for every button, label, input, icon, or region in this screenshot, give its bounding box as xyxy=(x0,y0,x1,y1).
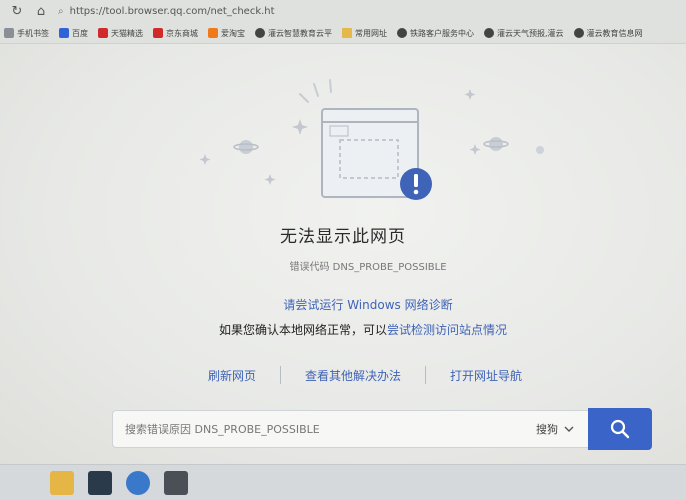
phone-icon xyxy=(4,28,14,38)
address-bar[interactable]: ⌕ https://tool.browser.qq.com/net_check.… xyxy=(58,2,275,20)
divider xyxy=(425,366,427,384)
tmall-icon xyxy=(98,28,108,38)
refresh-icon[interactable]: ↻ xyxy=(8,2,26,20)
bookmark-item[interactable]: 爱淘宝 xyxy=(208,28,245,39)
search-icon xyxy=(610,419,630,439)
bookmark-item[interactable]: 手机书签 xyxy=(4,28,49,39)
bookmark-item[interactable]: 百度 xyxy=(59,28,88,39)
search-button[interactable] xyxy=(588,408,652,450)
broken-page-illustration xyxy=(199,79,544,200)
divider xyxy=(280,366,282,384)
folder-icon xyxy=(342,28,352,38)
settings-icon[interactable] xyxy=(164,470,188,495)
confirm-prefix: 如果您确认本地网络正常，可以 xyxy=(218,323,387,337)
chevron-down-icon xyxy=(564,426,574,432)
search-icon: ⌕ xyxy=(58,5,64,17)
browser-chrome: ↻ ⌂ ⌕ https://tool.browser.qq.com/net_ch… xyxy=(0,0,686,44)
confirm-network-text: 如果您确认本地网络正常，可以尝试检测访问站点情况 xyxy=(0,321,686,338)
error-code: 错误代码 DNS_PROBE_POSSIBLE xyxy=(289,262,447,273)
search-engine-select[interactable]: 搜狗 xyxy=(536,421,588,437)
address-text: https://tool.browser.qq.com/net_check.ht xyxy=(69,5,275,17)
site-icon xyxy=(255,28,265,38)
refresh-page-link[interactable]: 刷新网页 xyxy=(208,367,256,384)
windows-diagnostics-link[interactable]: 请尝试运行 Windows 网络诊断 xyxy=(0,296,686,313)
bookmark-item[interactable]: 灌云天气预报,灌云 xyxy=(484,28,564,39)
bookmark-folder[interactable]: 常用网址 xyxy=(342,28,387,39)
baidu-icon xyxy=(59,28,69,38)
search-placeholder: 搜索错误原因 DNS_PROBE_POSSIBLE xyxy=(125,423,320,436)
bookmarks-bar: 手机书签 百度 天猫精选 京东商城 爱淘宝 灌云智慧教育云平 常用网址 铁路客户… xyxy=(0,23,686,43)
navigation-row: ↻ ⌂ ⌕ https://tool.browser.qq.com/net_ch… xyxy=(0,0,686,22)
error-search-input[interactable]: 搜索错误原因 DNS_PROBE_POSSIBLE 搜狗 xyxy=(112,410,588,448)
bookmark-item[interactable]: 灌云教育信息网 xyxy=(573,28,643,39)
site-icon xyxy=(397,28,407,38)
site-icon xyxy=(484,28,494,38)
file-explorer-icon[interactable] xyxy=(50,470,74,495)
taobao-icon xyxy=(208,28,218,38)
bookmark-item[interactable]: 铁路客户服务中心 xyxy=(397,28,474,39)
bookmark-item[interactable]: 灌云智慧教育云平 xyxy=(255,28,332,39)
open-nav-link[interactable]: 打开网址导航 xyxy=(450,367,522,384)
error-page: 无法显示此网页 错误代码 DNS_PROBE_POSSIBLE 请尝试运行 Wi… xyxy=(0,44,686,464)
action-links: 刷新网页 查看其他解决办法 打开网址导航 xyxy=(200,364,560,386)
bookmark-item[interactable]: 京东商城 xyxy=(153,28,198,39)
page-title: 无法显示此网页 xyxy=(280,227,406,247)
other-solutions-link[interactable]: 查看其他解决办法 xyxy=(305,367,401,384)
taskbar xyxy=(0,464,686,500)
site-icon xyxy=(573,28,584,38)
detect-site-link[interactable]: 尝试检测访问站点情况 xyxy=(387,323,507,337)
home-icon[interactable]: ⌂ xyxy=(32,2,50,20)
bookmark-item[interactable]: 天猫精选 xyxy=(98,28,143,39)
jd-icon xyxy=(153,28,163,38)
browser-icon[interactable] xyxy=(126,470,150,495)
store-icon[interactable] xyxy=(88,470,112,495)
